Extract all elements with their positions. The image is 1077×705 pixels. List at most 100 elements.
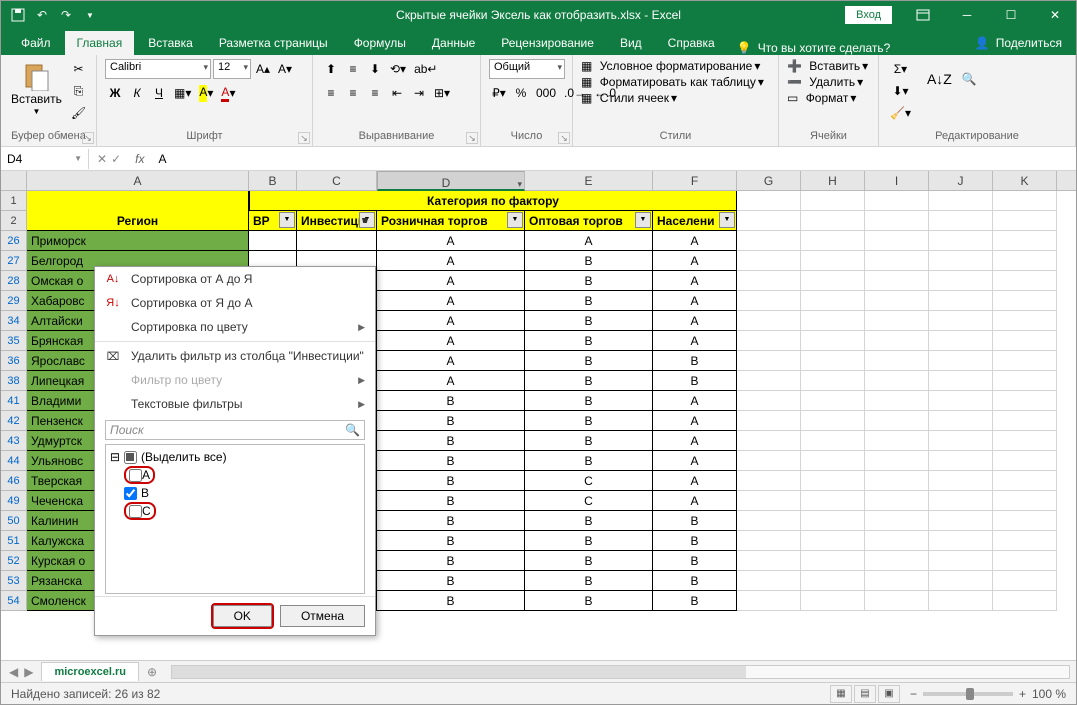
cell[interactable]: [737, 311, 801, 331]
tab-home[interactable]: Главная: [65, 31, 135, 55]
cancel-formula-icon[interactable]: ✕: [97, 152, 107, 166]
row-header[interactable]: 38: [1, 371, 27, 391]
cell[interactable]: [929, 451, 993, 471]
cell[interactable]: [929, 211, 993, 231]
cell[interactable]: [993, 551, 1057, 571]
cell[interactable]: А: [377, 291, 525, 311]
select-all-corner[interactable]: [1, 171, 27, 190]
cell[interactable]: [929, 311, 993, 331]
enter-formula-icon[interactable]: ✓: [111, 152, 121, 166]
underline-button[interactable]: Ч: [149, 83, 169, 103]
horizontal-scrollbar[interactable]: [171, 665, 1070, 679]
cell[interactable]: [737, 471, 801, 491]
cell[interactable]: [865, 451, 929, 471]
col-H[interactable]: H: [801, 171, 865, 190]
cell[interactable]: В: [377, 571, 525, 591]
qat-dropdown-icon[interactable]: ▼: [79, 4, 101, 26]
cell[interactable]: [929, 531, 993, 551]
cell[interactable]: [993, 571, 1057, 591]
prev-sheet-icon[interactable]: ◀: [9, 665, 18, 679]
cell[interactable]: [801, 211, 865, 231]
cell[interactable]: [993, 531, 1057, 551]
cell[interactable]: [865, 511, 929, 531]
zoom-in-icon[interactable]: +: [1019, 687, 1026, 701]
save-icon[interactable]: [7, 4, 29, 26]
ribbon-options-icon[interactable]: [902, 1, 944, 29]
fx-icon[interactable]: fx: [129, 152, 150, 166]
align-left-icon[interactable]: ≡: [321, 83, 341, 103]
cell[interactable]: [801, 431, 865, 451]
cell[interactable]: [929, 551, 993, 571]
tab-data[interactable]: Данные: [420, 31, 487, 55]
cell[interactable]: А: [653, 411, 737, 431]
normal-view-icon[interactable]: ▦: [830, 685, 852, 703]
hdr-c[interactable]: Инвестици▼: [297, 211, 377, 231]
cell[interactable]: [737, 251, 801, 271]
cell[interactable]: В: [377, 531, 525, 551]
bold-button[interactable]: Ж: [105, 83, 125, 103]
increase-indent-icon[interactable]: ⇥: [409, 83, 429, 103]
cell[interactable]: [737, 591, 801, 611]
font-launcher[interactable]: ↘: [298, 132, 310, 144]
merge-icon[interactable]: ⊞▾: [431, 83, 453, 103]
cell[interactable]: А: [377, 351, 525, 371]
row-header[interactable]: 26: [1, 231, 27, 251]
cell[interactable]: В: [525, 271, 653, 291]
minimize-icon[interactable]: ─: [946, 1, 988, 29]
cell[interactable]: [801, 271, 865, 291]
tab-review[interactable]: Рецензирование: [489, 31, 606, 55]
cell[interactable]: [297, 231, 377, 251]
cell[interactable]: С: [525, 471, 653, 491]
cell[interactable]: В: [525, 251, 653, 271]
cell[interactable]: В: [377, 411, 525, 431]
cell[interactable]: В: [653, 531, 737, 551]
cell[interactable]: [801, 451, 865, 471]
cell[interactable]: [801, 571, 865, 591]
cell[interactable]: В: [377, 431, 525, 451]
borders-icon[interactable]: ▦▾: [171, 83, 194, 103]
cell[interactable]: [929, 371, 993, 391]
tab-view[interactable]: Вид: [608, 31, 654, 55]
col-G[interactable]: G: [737, 171, 801, 190]
cell[interactable]: [865, 191, 929, 211]
cell[interactable]: [865, 411, 929, 431]
cell[interactable]: [865, 331, 929, 351]
cell[interactable]: [801, 491, 865, 511]
cell[interactable]: [801, 391, 865, 411]
chk-c[interactable]: С: [110, 501, 360, 521]
col-C[interactable]: C: [297, 171, 377, 190]
checkbox[interactable]: [129, 505, 142, 518]
cell[interactable]: [929, 471, 993, 491]
cell[interactable]: [929, 291, 993, 311]
align-center-icon[interactable]: ≡: [343, 83, 363, 103]
cell[interactable]: [993, 591, 1057, 611]
cell[interactable]: [801, 531, 865, 551]
cell[interactable]: [865, 571, 929, 591]
cell[interactable]: А: [377, 251, 525, 271]
hdr-f[interactable]: Населени▼: [653, 211, 737, 231]
font-color-icon[interactable]: A▾: [218, 83, 238, 103]
cell[interactable]: В: [525, 511, 653, 531]
delete-cells-button[interactable]: ➖ Удалить▾: [787, 75, 863, 89]
row-header[interactable]: 42: [1, 411, 27, 431]
share-button[interactable]: 👤Поделиться: [961, 31, 1076, 55]
cell[interactable]: [865, 311, 929, 331]
cell[interactable]: В: [377, 391, 525, 411]
cell[interactable]: [929, 411, 993, 431]
format-painter-icon[interactable]: 🖌: [68, 103, 89, 123]
sort-az[interactable]: A↓Сортировка от А до Я: [95, 267, 375, 291]
page-break-icon[interactable]: ▣: [878, 685, 900, 703]
number-format-select[interactable]: Общий: [489, 59, 565, 79]
cell[interactable]: [865, 291, 929, 311]
cell[interactable]: [929, 331, 993, 351]
scroll-thumb[interactable]: [172, 666, 746, 678]
cell[interactable]: [865, 271, 929, 291]
cell[interactable]: [737, 491, 801, 511]
maximize-icon[interactable]: ☐: [990, 1, 1032, 29]
cell[interactable]: [737, 571, 801, 591]
cell[interactable]: [929, 231, 993, 251]
cell[interactable]: В: [525, 551, 653, 571]
cell[interactable]: В: [525, 591, 653, 611]
cell[interactable]: В: [377, 451, 525, 471]
fill-icon[interactable]: ⬇▾: [887, 81, 914, 101]
